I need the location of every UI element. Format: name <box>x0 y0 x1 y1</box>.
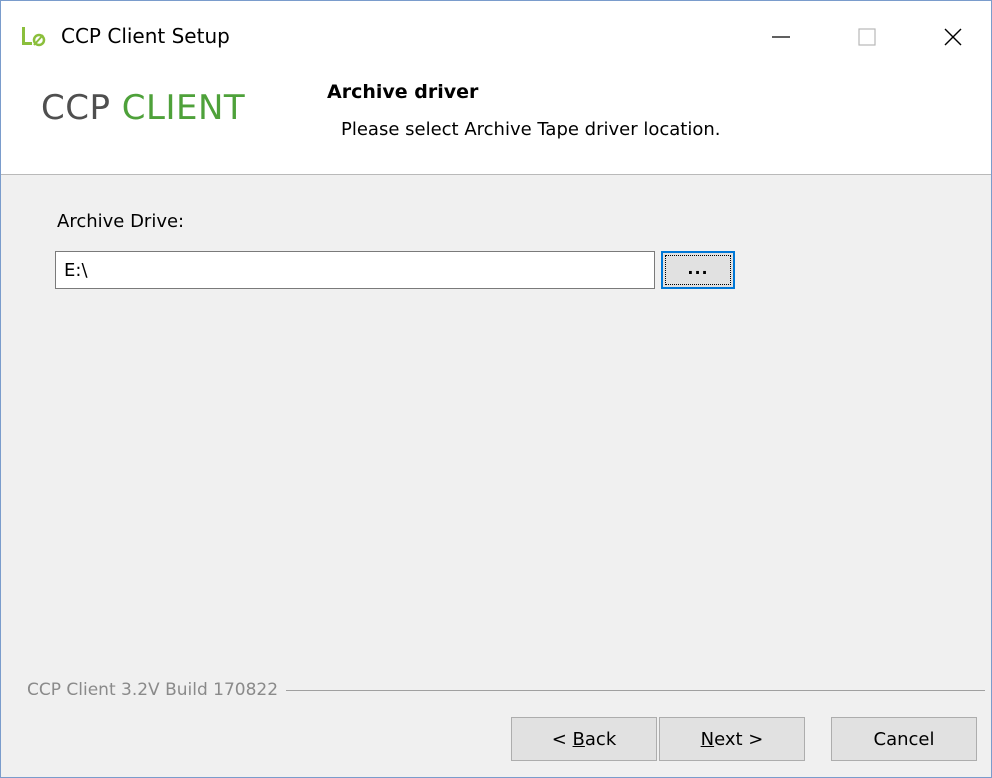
back-button[interactable]: < Back <box>511 717 657 761</box>
browse-button-label: ... <box>665 255 731 285</box>
browse-button[interactable]: ... <box>661 251 735 289</box>
setup-window: CCP Client Setup CCP CLIENT Archive driv… <box>0 0 992 778</box>
product-logo: CCP CLIENT <box>41 88 245 128</box>
wizard-header: CCP CLIENT Archive driver Please select … <box>1 73 991 175</box>
logo-accent-text: CLIENT <box>121 88 246 128</box>
next-button[interactable]: Next > <box>659 717 805 761</box>
back-rest: ack <box>584 728 617 750</box>
close-button[interactable] <box>921 11 985 63</box>
logo-primary-text: CCP <box>41 88 111 128</box>
back-mnemonic: B <box>572 728 585 750</box>
app-logo-icon <box>21 25 47 47</box>
title-bar[interactable]: CCP Client Setup <box>1 1 991 73</box>
page-subtitle: Please select Archive Tape driver locati… <box>341 119 721 140</box>
next-rest: ext > <box>714 728 764 750</box>
maximize-button[interactable] <box>835 11 899 63</box>
footer-divider: CCP Client 3.2V Build 170822 <box>27 680 985 700</box>
wizard-content: Archive Drive: ... <box>1 175 991 675</box>
close-icon <box>944 28 962 46</box>
next-mnemonic: N <box>700 728 715 750</box>
page-title: Archive driver <box>327 81 479 103</box>
back-prefix: < <box>551 728 573 750</box>
archive-drive-label: Archive Drive: <box>57 211 185 232</box>
minimize-button[interactable] <box>749 11 813 63</box>
maximize-icon <box>858 28 876 46</box>
minimize-icon <box>772 36 790 38</box>
window-title: CCP Client Setup <box>61 24 230 48</box>
cancel-button[interactable]: Cancel <box>831 717 977 761</box>
version-label: CCP Client 3.2V Build 170822 <box>27 680 287 700</box>
archive-drive-input[interactable] <box>55 251 655 289</box>
